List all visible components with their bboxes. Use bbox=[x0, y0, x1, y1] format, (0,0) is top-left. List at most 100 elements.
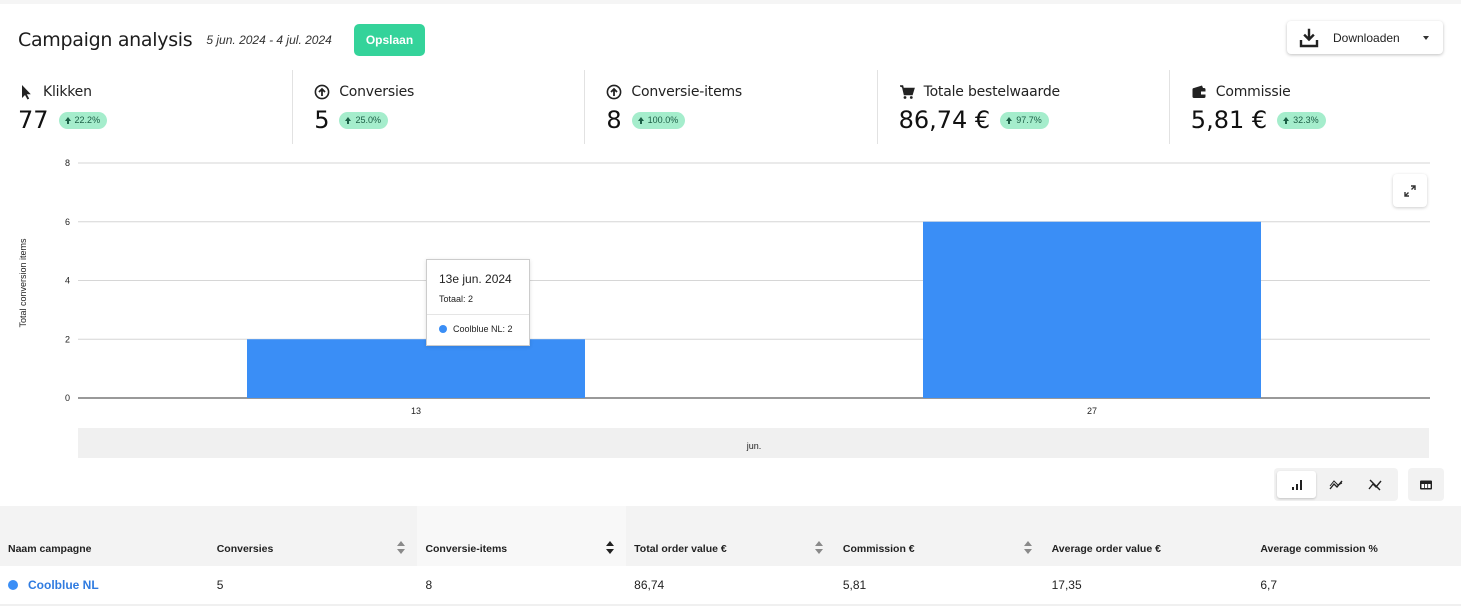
column-header-label: Average order value € bbox=[1051, 543, 1161, 555]
cursor-icon bbox=[18, 84, 34, 100]
table-row: Coolblue NL 5 8 86,74 5,81 17,35 6,7 bbox=[0, 566, 1461, 606]
change-value: 22.2% bbox=[74, 115, 101, 125]
series-dot-icon bbox=[8, 580, 18, 590]
bar-chart: 0 2 4 6 8 13 27 jun. Total conversion items bbox=[18, 158, 1430, 458]
chart-bar[interactable] bbox=[247, 339, 585, 398]
column-header-label: Average commission % bbox=[1260, 543, 1378, 555]
date-range[interactable]: 5 jun. 2024 - 4 jul. 2024 bbox=[206, 33, 331, 47]
sort-icon bbox=[606, 541, 615, 555]
tooltip-total: Totaal: 2 bbox=[439, 294, 474, 304]
change-badge: 97.7% bbox=[1000, 111, 1049, 129]
hidden-chart-icon bbox=[1368, 479, 1382, 490]
download-label: Downloaden bbox=[1333, 30, 1400, 45]
arrow-up-icon bbox=[64, 117, 71, 124]
table-columns-button[interactable] bbox=[1408, 468, 1444, 501]
column-header-commission[interactable]: Commission € bbox=[835, 506, 1044, 566]
change-badge: 25.0% bbox=[339, 111, 388, 129]
y-tick-label: 2 bbox=[65, 334, 70, 344]
table-icon bbox=[1420, 480, 1432, 489]
line-view-button[interactable] bbox=[1316, 471, 1355, 498]
chart-tooltip: 13e jun. 2024 Totaal: 2 Coolblue NL: 2 bbox=[426, 259, 530, 346]
download-icon bbox=[1299, 28, 1319, 48]
kpi-label: Commissie bbox=[1215, 84, 1291, 100]
y-tick-label: 6 bbox=[65, 217, 70, 227]
table-cell: 5 bbox=[216, 578, 224, 592]
chart-bars bbox=[247, 221, 1261, 398]
arrow-up-icon bbox=[1283, 117, 1290, 124]
kpi-value: 5,81 € bbox=[1190, 106, 1268, 134]
tooltip-title: 13e jun. 2024 bbox=[439, 272, 512, 286]
cart-icon bbox=[899, 84, 915, 100]
kpi-conversies: Conversies 5 25.0% bbox=[292, 70, 584, 144]
kpi-klikken: Klikken 77 22.2% bbox=[0, 70, 292, 144]
column-header-label: Total order value € bbox=[634, 543, 727, 555]
table-cell: 86,74 bbox=[634, 578, 665, 592]
x-axis-ticks: 13 27 bbox=[411, 406, 1097, 416]
y-axis-ticks: 0 2 4 6 8 bbox=[65, 158, 70, 403]
x-axis-group-label: jun. bbox=[746, 441, 762, 451]
table-header: Naam campagne Conversies Conversie-items… bbox=[0, 506, 1461, 566]
table-cell: 17,35 bbox=[1051, 578, 1082, 592]
arrow-up-icon bbox=[637, 117, 644, 124]
column-header-label: Conversie-items bbox=[425, 543, 508, 555]
column-header-label: Conversies bbox=[216, 543, 274, 555]
kpi-commissie: Commissie 5,81 € 32.3% bbox=[1168, 70, 1461, 144]
table-cell: 8 bbox=[425, 578, 433, 592]
kpi-value: 77 bbox=[18, 106, 49, 134]
change-badge: 100.0% bbox=[631, 111, 686, 129]
kpi-value: 5 bbox=[314, 106, 330, 134]
campaign-name-link[interactable]: Coolblue NL bbox=[0, 566, 209, 604]
change-value: 100.0% bbox=[647, 115, 679, 125]
page-title: Campaign analysis bbox=[18, 29, 193, 51]
column-header-conversies[interactable]: Conversies bbox=[209, 506, 418, 566]
table-cell: 5,81 bbox=[842, 578, 867, 592]
sort-icon bbox=[1023, 541, 1032, 555]
wallet-icon bbox=[1191, 84, 1207, 100]
campaign-table: Naam campagne Conversies Conversie-items… bbox=[0, 506, 1461, 606]
expand-chart-button[interactable] bbox=[1393, 174, 1427, 207]
kpi-label: Klikken bbox=[43, 84, 92, 100]
sort-icon bbox=[397, 541, 406, 555]
chevron-down-icon bbox=[1423, 36, 1429, 40]
arrow-up-icon bbox=[1006, 117, 1013, 124]
download-button[interactable]: Downloaden bbox=[1287, 21, 1443, 54]
kpi-label: Totale bestelwaarde bbox=[923, 84, 1061, 100]
column-header-total-order-value[interactable]: Total order value € bbox=[626, 506, 835, 566]
y-tick-label: 0 bbox=[65, 393, 70, 403]
kpi-strip: Klikken 77 22.2% Conversies 5 25.0% Conv… bbox=[0, 70, 1461, 144]
arrow-up-icon bbox=[345, 117, 352, 124]
column-header-conversie-items[interactable]: Conversie-items bbox=[417, 506, 627, 566]
change-value: 32.3% bbox=[1293, 115, 1319, 125]
hide-chart-button[interactable] bbox=[1356, 471, 1395, 498]
y-tick-label: 8 bbox=[65, 158, 70, 168]
x-tick-label: 13 bbox=[411, 406, 421, 416]
tooltip-divider bbox=[427, 314, 529, 315]
change-badge: 32.3% bbox=[1277, 111, 1326, 129]
column-header-average-order-value[interactable]: Average order value € bbox=[1044, 506, 1253, 566]
save-button[interactable]: Opslaan bbox=[353, 24, 426, 56]
y-tick-label: 4 bbox=[65, 276, 70, 286]
column-header-naam-campagne[interactable]: Naam campagne bbox=[0, 506, 209, 566]
expand-icon bbox=[1404, 184, 1416, 197]
kpi-value: 8 bbox=[606, 106, 622, 134]
column-header-label: Naam campagne bbox=[8, 543, 92, 555]
series-dot-icon bbox=[439, 325, 447, 333]
table-cell: 6,7 bbox=[1260, 578, 1277, 592]
chart-bar[interactable] bbox=[923, 221, 1261, 398]
campaign-name: Coolblue NL bbox=[28, 578, 99, 592]
bar-view-button[interactable] bbox=[1277, 471, 1317, 498]
change-value: 25.0% bbox=[355, 115, 381, 125]
kpi-value: 86,74 € bbox=[898, 106, 991, 134]
arrow-up-circle-icon bbox=[606, 84, 622, 100]
x-tick-label: 27 bbox=[1087, 406, 1097, 416]
header: Campaign analysis 5 jun. 2024 - 4 jul. 2… bbox=[18, 20, 1443, 60]
kpi-totale-bestelwaarde: Totale bestelwaarde 86,74 € 97.7% bbox=[876, 70, 1169, 144]
change-value: 97.7% bbox=[1016, 115, 1042, 125]
change-badge: 22.2% bbox=[58, 111, 108, 129]
column-header-average-commission[interactable]: Average commission % bbox=[1252, 506, 1461, 566]
kpi-label: Conversie-items bbox=[631, 84, 743, 100]
sort-icon bbox=[814, 541, 823, 555]
chart-view-toggle bbox=[1274, 468, 1398, 501]
tooltip-series-value: Coolblue NL: 2 bbox=[453, 324, 513, 334]
arrow-up-circle-icon bbox=[314, 84, 330, 100]
